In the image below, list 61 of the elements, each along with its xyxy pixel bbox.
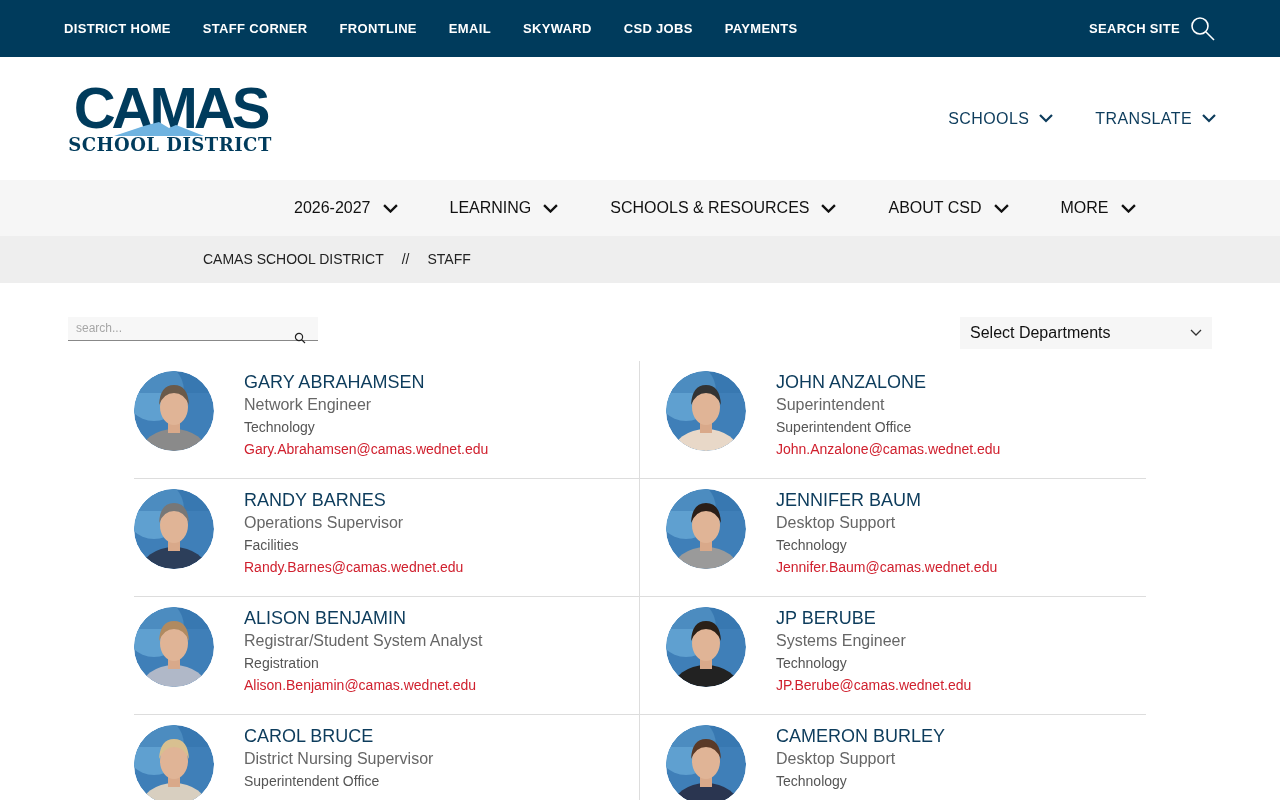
staff-title: Network Engineer xyxy=(244,395,373,415)
chevron-down-icon xyxy=(821,203,837,213)
main-nav-item[interactable]: LEARNING xyxy=(449,196,559,220)
main-nav-item[interactable]: SCHOOLS & RESOURCES xyxy=(610,196,837,220)
staff-department: Registration xyxy=(244,654,320,673)
district-logo[interactable]: CAMAS SCHOOL DISTRICT xyxy=(64,81,276,156)
chevron-down-icon xyxy=(382,203,398,213)
search-site-link[interactable]: SEARCH SITE xyxy=(1089,18,1180,39)
header-menu-button[interactable]: SCHOOLS xyxy=(948,106,1054,131)
staff-department: Superintendent Office xyxy=(776,418,913,437)
breadcrumb-link[interactable]: CAMAS SCHOOL DISTRICT xyxy=(203,249,384,270)
staff-department: Technology xyxy=(244,418,316,437)
top-nav-link[interactable]: EMAIL xyxy=(448,18,491,39)
breadcrumb-link[interactable]: STAFF xyxy=(427,249,471,270)
search-field[interactable]: search... xyxy=(68,316,318,341)
chevron-down-icon xyxy=(1039,114,1054,123)
staff-email-address[interactable]: Alison.Benjamin@camas.wednet.edu xyxy=(244,673,483,697)
staff-name[interactable]: CAMERON BURLEY xyxy=(776,725,946,747)
staff-email-address[interactable]: John.Anzalone@camas.wednet.edu xyxy=(776,437,1001,461)
staff-name[interactable]: GARY ABRAHAMSEN xyxy=(244,371,489,393)
header-menu-button[interactable]: TRANSLATE xyxy=(1095,106,1216,131)
staff-name[interactable]: JP BERUBE xyxy=(776,607,972,629)
staff-title: Systems Engineer xyxy=(776,631,907,651)
staff-title: Registrar/Student System Analyst xyxy=(244,631,483,651)
chevron-down-icon xyxy=(1202,114,1216,123)
staff-department: Superintendent Office xyxy=(244,772,381,791)
top-nav-link[interactable]: DISTRICT HOME xyxy=(64,18,171,39)
staff-department: Technology xyxy=(776,536,848,555)
staff-title: Desktop Support xyxy=(776,513,897,533)
chevron-down-icon xyxy=(1120,203,1136,213)
staff-email-address[interactable]: JP.Berube@camas.wednet.edu xyxy=(776,673,972,697)
chevron-down-icon xyxy=(993,203,1009,213)
staff-email-address[interactable]: Randy.Barnes@camas.wednet.edu xyxy=(244,555,464,579)
department-select[interactable]: Select Departments xyxy=(960,317,1212,349)
staff-title: Superintendent xyxy=(776,395,886,415)
top-nav-link[interactable]: CSD JOBS xyxy=(623,18,693,39)
staff-department: Technology xyxy=(776,654,848,673)
staff-name[interactable]: ALISON BENJAMIN xyxy=(244,607,483,629)
breadcrumb-separator: // xyxy=(401,250,410,269)
staff-email-address[interactable]: Gary.Abrahamsen@camas.wednet.edu xyxy=(244,437,489,461)
search-icon[interactable] xyxy=(1190,15,1216,42)
top-nav-link[interactable]: FRONTLINE xyxy=(339,18,417,39)
chevron-down-icon xyxy=(543,203,559,213)
staff-name[interactable]: RANDY BARNES xyxy=(244,489,464,511)
staff-name[interactable]: CAROL BRUCE xyxy=(244,725,434,747)
staff-department: Facilities xyxy=(244,536,300,555)
search-icon xyxy=(294,332,306,344)
staff-title: District Nursing Supervisor xyxy=(244,749,434,769)
main-nav-item[interactable]: ABOUT CSD xyxy=(888,196,1009,220)
staff-department: Technology xyxy=(776,772,848,791)
staff-name[interactable]: JOHN ANZALONE xyxy=(776,371,1001,393)
staff-name[interactable]: JENNIFER BAUM xyxy=(776,489,998,511)
staff-title: Operations Supervisor xyxy=(244,513,405,533)
top-nav-link[interactable]: STAFF CORNER xyxy=(202,18,308,39)
chevron-down-icon xyxy=(1190,329,1202,337)
top-nav-link[interactable]: SKYWARD xyxy=(522,18,592,39)
main-nav-item[interactable]: MORE xyxy=(1060,196,1136,220)
staff-title: Desktop Support xyxy=(776,749,897,769)
main-nav-item[interactable]: 2026-2027 xyxy=(294,196,398,220)
staff-email-address[interactable]: Jennifer.Baum@camas.wednet.edu xyxy=(776,555,998,579)
top-nav-link[interactable]: PAYMENTS xyxy=(724,18,798,39)
